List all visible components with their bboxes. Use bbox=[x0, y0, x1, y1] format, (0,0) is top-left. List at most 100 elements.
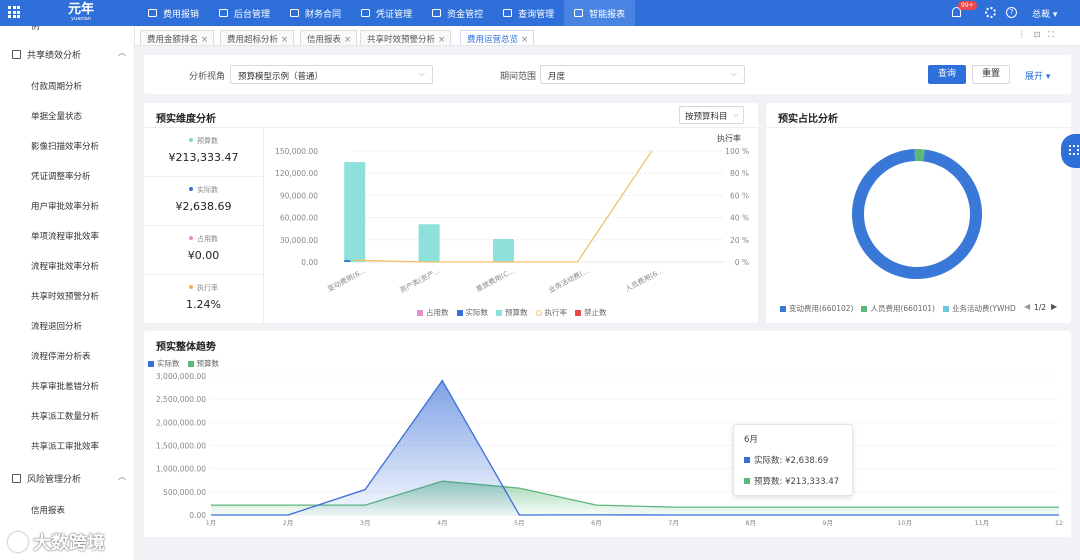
grid-icon bbox=[1069, 145, 1079, 155]
sidebar-group[interactable]: 风险管理分析 bbox=[12, 472, 81, 485]
x-tick-label: 业务活动费(... bbox=[547, 266, 590, 295]
reset-button[interactable]: 重置 bbox=[972, 65, 1010, 84]
close-icon[interactable]: × bbox=[438, 35, 445, 45]
legend-next-icon[interactable]: ▶ bbox=[1051, 302, 1057, 311]
y-tick-label: 0.00 bbox=[189, 511, 206, 520]
group-icon bbox=[12, 474, 21, 483]
sidebar: 例共享绩效分析 ︿ 付款周期分析 单据全量状态 影像扫描效率分析 凭证调整率分析 用户审批效… bbox=[0, 26, 135, 560]
sidebar-item[interactable]: 共享审批差错分析 bbox=[31, 380, 99, 392]
tooltip-row-actual: 实际数: ¥2,638.69 bbox=[744, 454, 842, 466]
period-select[interactable]: 月度 ⌵ bbox=[540, 65, 745, 84]
query-button[interactable]: 查询 bbox=[928, 65, 966, 84]
y2-tick-label: 40 % bbox=[730, 214, 749, 223]
nav-item[interactable]: 后台管理 bbox=[209, 0, 280, 26]
sidebar-item[interactable]: 付款周期分析 bbox=[31, 80, 82, 92]
sidebar-group[interactable]: 共享绩效分析 bbox=[12, 48, 81, 61]
kpi-card: 执行率 1.24% bbox=[144, 275, 263, 324]
sidebar-group-label: 共享绩效分析 bbox=[27, 51, 82, 61]
tab-label: 信用报表 bbox=[307, 35, 342, 45]
legend-prev-icon[interactable]: ◀ bbox=[1024, 302, 1030, 311]
tab-tools[interactable]: ⋮⊡⛶ bbox=[1018, 30, 1062, 40]
tab[interactable]: 费用金额排名 × bbox=[140, 30, 215, 45]
watermark-logo-icon bbox=[8, 532, 28, 552]
sidebar-item[interactable]: 流程审批效率分析 bbox=[31, 260, 99, 272]
sidebar-item[interactable]: 共享时效预警分析 bbox=[31, 290, 99, 302]
nav-item-label: 费用报销 bbox=[163, 9, 200, 20]
sidebar-item[interactable]: 用户审批效率分析 bbox=[31, 200, 99, 212]
sidebar-item[interactable]: 单项流程审批效率 bbox=[31, 230, 99, 242]
sidebar-item[interactable]: 凭证调整率分析 bbox=[31, 170, 91, 182]
kpi-label-text: 执行率 bbox=[197, 284, 218, 292]
kpi-label: 实际数 bbox=[144, 185, 263, 195]
legend-swatch bbox=[456, 309, 463, 316]
sidebar-item[interactable]: 共享派工审批效率 bbox=[31, 440, 99, 452]
tab[interactable]: 费用超标分析 × bbox=[220, 30, 295, 45]
y2-tick-label: 20 % bbox=[730, 236, 749, 245]
x-tick-label: 8月 bbox=[745, 519, 756, 527]
dimension-selector[interactable]: 按预算科目 ⌵ bbox=[679, 106, 744, 124]
nav-item-label: 财务合同 bbox=[305, 9, 342, 20]
tabs-bar: ⋮⊡⛶ 费用金额排名 × 费用超标分析 × 信用报表 × 共享时效预警分析 × 费用运营总览 × bbox=[135, 26, 1080, 46]
sidebar-item[interactable]: 单据全量状态 bbox=[31, 110, 82, 122]
notification-badge: 99+ bbox=[958, 1, 977, 10]
sidebar-item[interactable]: 流程退回分析 bbox=[31, 320, 82, 332]
view-select[interactable]: 预算模型示例（普通） ⌵ bbox=[230, 65, 433, 84]
tab-label: 费用金额排名 bbox=[147, 35, 199, 45]
close-icon[interactable]: × bbox=[281, 35, 288, 45]
kpi-value: ¥0.00 bbox=[187, 249, 220, 262]
nav-item[interactable]: 凭证管理 bbox=[351, 0, 422, 26]
sidebar-item[interactable]: 影像扫描效率分析 bbox=[31, 140, 99, 152]
close-icon[interactable]: × bbox=[344, 35, 351, 45]
legend-label: 占用数 bbox=[426, 308, 449, 317]
ratio-donut-chart bbox=[852, 149, 982, 279]
trend-panel: 预实整体趋势 实际数 预算数 3,000,000.00 2,500,000.00 2,… bbox=[144, 331, 1071, 537]
sidebar-item[interactable]: 共享派工数量分析 bbox=[31, 410, 99, 422]
expand-link[interactable]: 展开 ▾ bbox=[1025, 69, 1050, 82]
nav-icon bbox=[574, 9, 584, 17]
ratio-panel: 预实占比分析 变动费用(660102) 人员费用(660101) 业务活动费(YWH… bbox=[766, 103, 1071, 323]
y2-tick-label: 0 % bbox=[735, 258, 749, 267]
legend-label: 变动费用(660102) bbox=[789, 304, 854, 313]
legend-label: 实际数 bbox=[465, 308, 489, 317]
floating-tool-button[interactable] bbox=[1061, 134, 1080, 168]
x-tick-label: 差旅费用(C... bbox=[474, 266, 516, 294]
nav-item[interactable]: 财务合同 bbox=[280, 0, 351, 26]
dimension-chart-legend: 占用数 实际数 预算数 执行率 禁止数 bbox=[409, 307, 607, 318]
x-tick-label: 3月 bbox=[360, 519, 371, 527]
legend-label: 业务活动费(YWHD bbox=[951, 304, 1016, 313]
nav-item[interactable]: 智能报表 bbox=[564, 0, 636, 26]
legend-label: 实际数 bbox=[157, 359, 180, 368]
sidebar-item[interactable]: 流程停滞分析表 bbox=[31, 350, 91, 362]
ratio-chart-legend: 变动费用(660102) 人员费用(660101) 业务活动费(YWHD bbox=[772, 303, 1016, 314]
legend-swatch bbox=[187, 360, 194, 367]
donut-slice bbox=[914, 149, 925, 162]
app-grid-icon[interactable] bbox=[8, 6, 20, 18]
help-icon[interactable]: ? bbox=[1006, 7, 1017, 18]
nav-item-label: 资金管控 bbox=[447, 9, 484, 20]
legend-swatch bbox=[148, 360, 154, 367]
x-tick-label: 4月 bbox=[437, 519, 448, 527]
kpi-column: 预算数 ¥213,333.47 实际数 ¥2,638.69 占用数 ¥0.00 执行率 1.2… bbox=[144, 128, 264, 324]
user-menu[interactable]: 总裁 ▾ bbox=[1032, 7, 1057, 20]
nav-item[interactable]: 资金管控 bbox=[422, 0, 493, 26]
kpi-card: 预算数 ¥213,333.47 bbox=[144, 128, 263, 177]
close-icon[interactable]: × bbox=[201, 35, 208, 45]
tab-label: 费用超标分析 bbox=[227, 35, 279, 45]
nav-item[interactable]: 查询管理 bbox=[493, 0, 564, 26]
area-fill bbox=[211, 380, 1059, 515]
tab[interactable]: 信用报表 × bbox=[300, 30, 358, 45]
dimension-chart: 执行率 150,000.00 100 % 120,000.00 80 % 90,000.0… bbox=[275, 133, 749, 295]
legend-label: 人员费用(660101) bbox=[870, 304, 935, 313]
sidebar-item[interactable]: 信用报表 bbox=[31, 504, 65, 516]
trend-chart-legend: 实际数 预算数 bbox=[140, 358, 219, 369]
nav-icon bbox=[290, 9, 300, 17]
x-tick-label: 7月 bbox=[668, 519, 679, 527]
y-tick-label: 1,500,000.00 bbox=[156, 442, 206, 451]
nav-item[interactable]: 费用报销 bbox=[138, 0, 209, 26]
close-icon[interactable]: × bbox=[521, 35, 528, 45]
tab[interactable]: 费用运营总览 × bbox=[460, 30, 535, 45]
tab[interactable]: 共享时效预警分析 × bbox=[360, 30, 452, 45]
kpi-label: 占用数 bbox=[144, 234, 263, 244]
legend-label: 禁止数 bbox=[584, 308, 607, 317]
settings-icon[interactable] bbox=[985, 7, 996, 18]
